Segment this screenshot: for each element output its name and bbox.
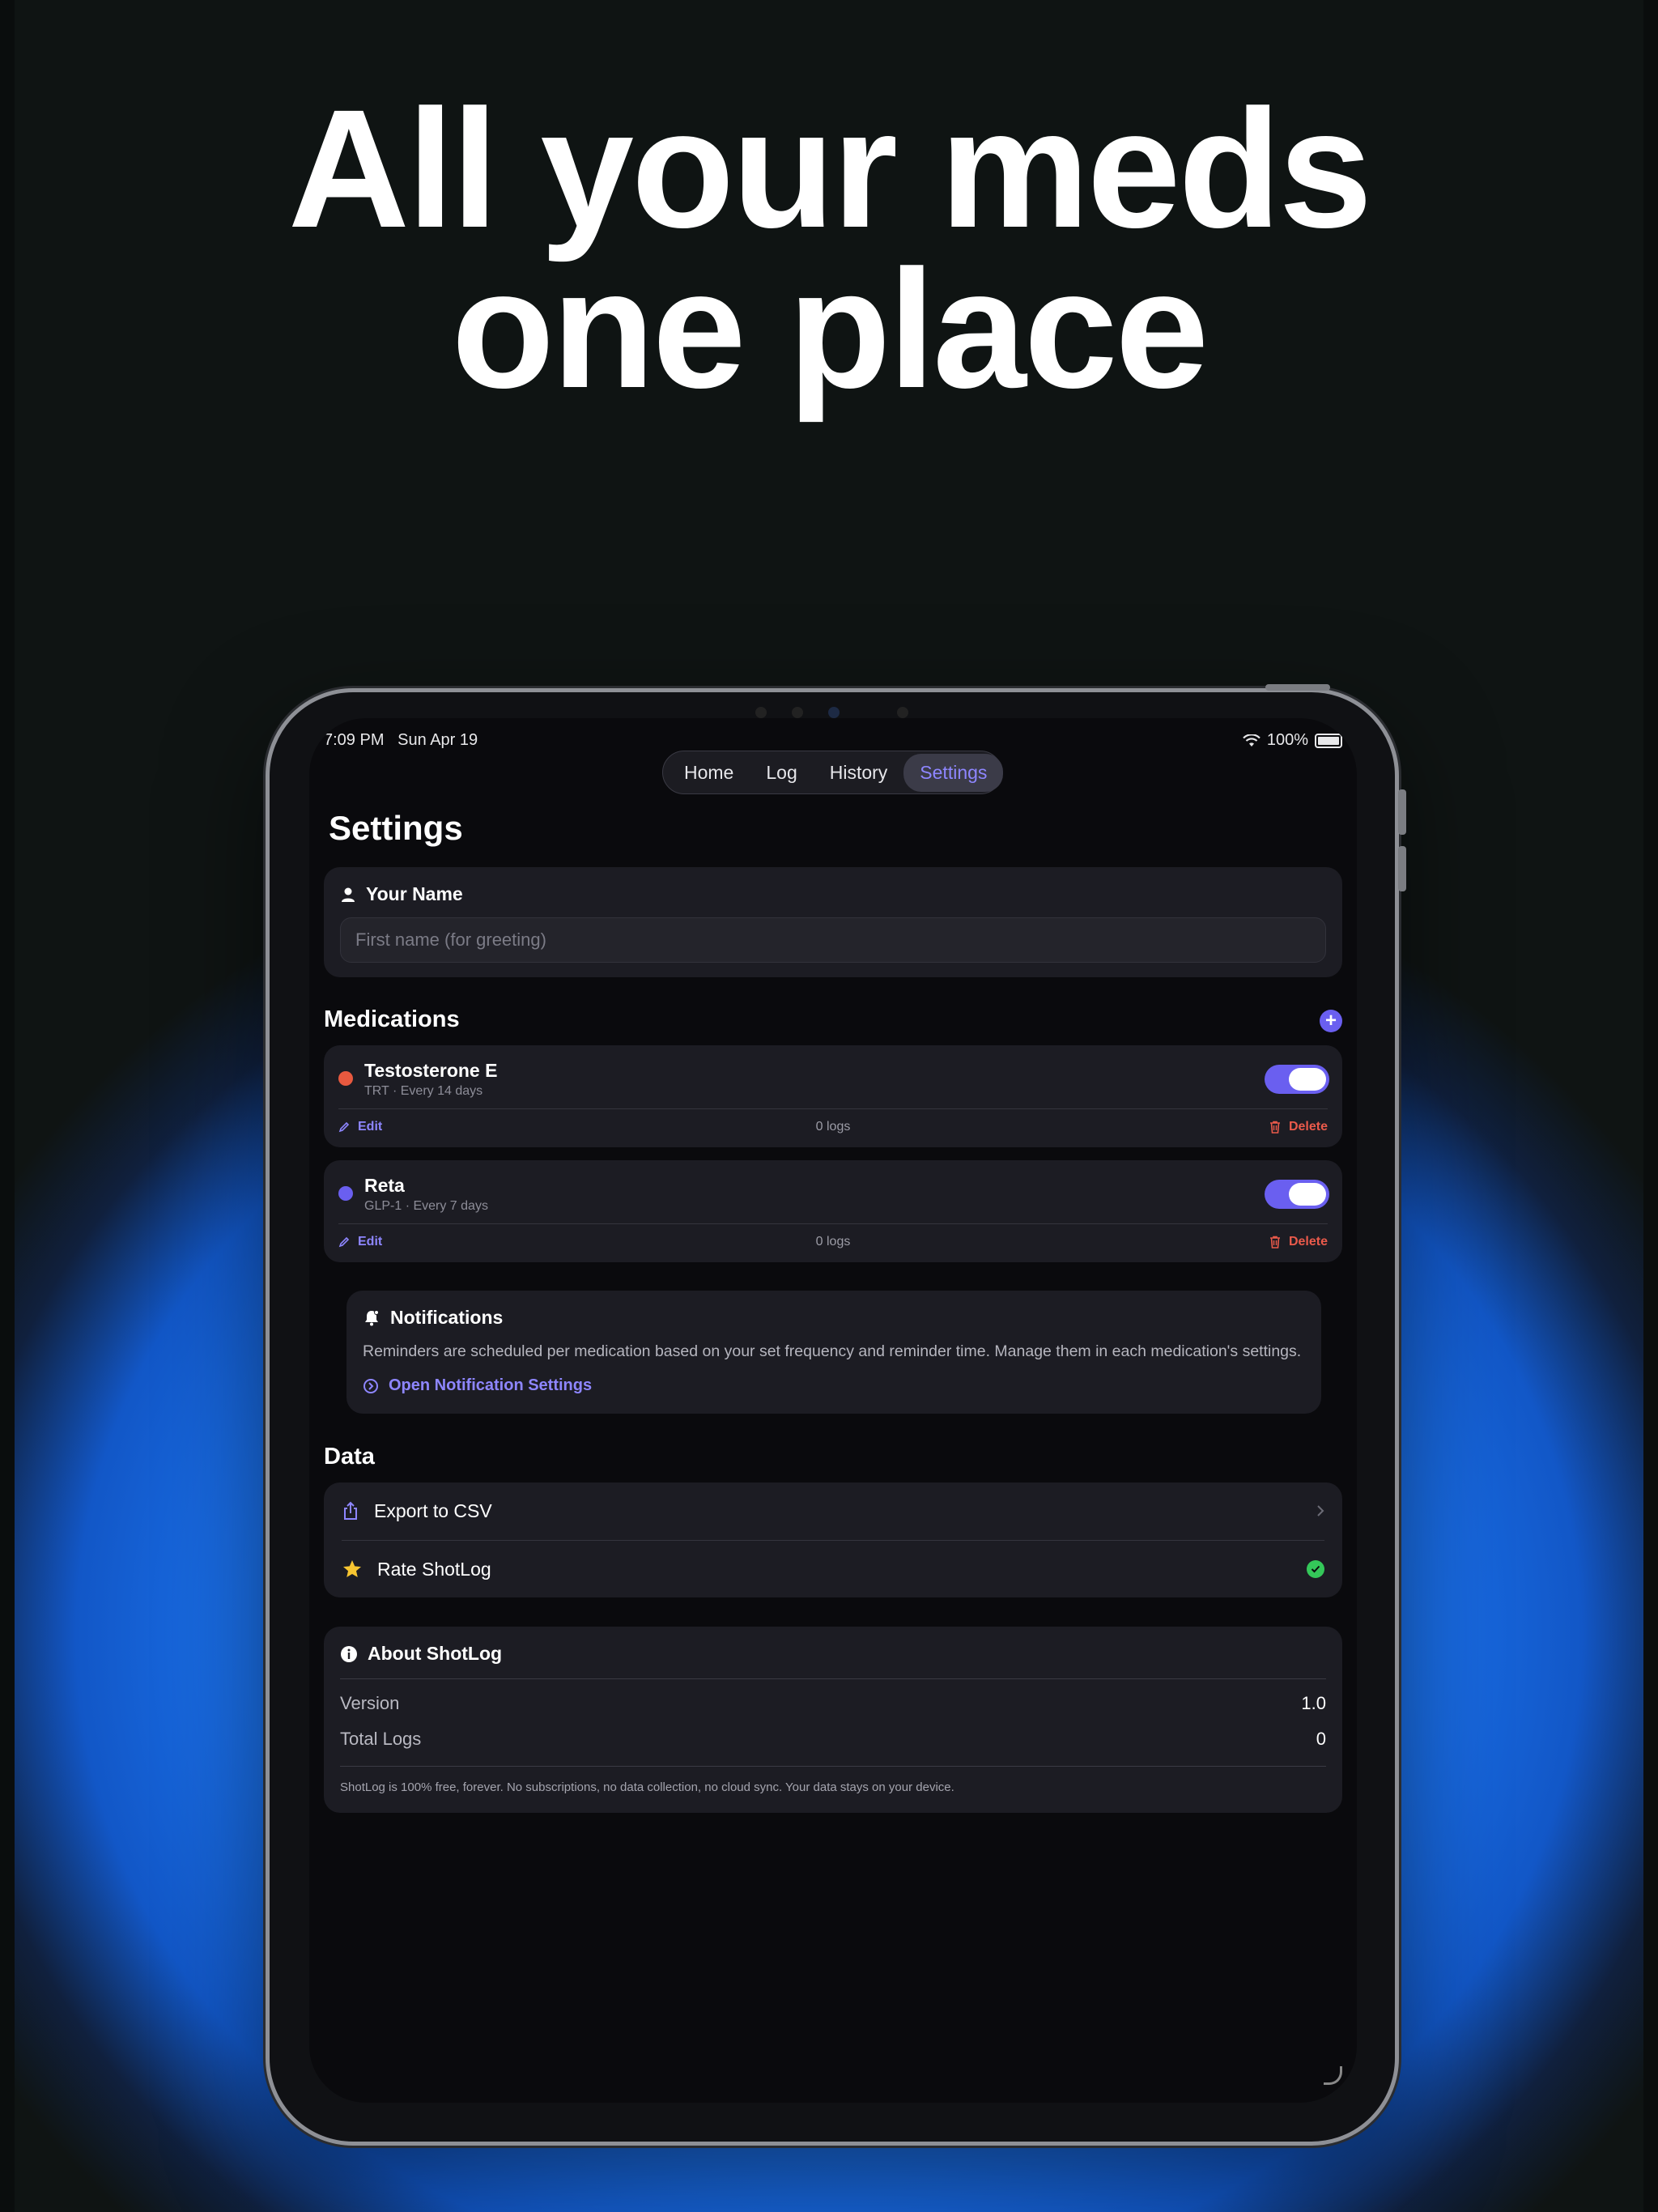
- delete-label: Delete: [1288, 1120, 1328, 1134]
- about-card: About ShotLog Version 1.0 Total Logs 0 S…: [324, 1627, 1342, 1813]
- volume-up-button: [1398, 789, 1406, 835]
- info-icon: [341, 1645, 357, 1662]
- rate-app-row[interactable]: Rate ShotLog: [324, 1541, 1342, 1597]
- battery-percent: 100%: [1266, 731, 1308, 749]
- open-notification-settings-link[interactable]: Open Notification Settings: [363, 1376, 592, 1395]
- bell-icon: [365, 1309, 379, 1325]
- notifications-description: Reminders are scheduled per medication b…: [363, 1342, 1302, 1360]
- sensor: [897, 707, 908, 718]
- battery-icon: [1315, 733, 1342, 748]
- status-date: Sun Apr 19: [397, 731, 478, 749]
- volume-down-button: [1398, 846, 1406, 891]
- headline: All your meds one place: [0, 75, 1658, 423]
- medication-color-dot: [338, 1071, 353, 1086]
- chevron-right-icon: [1317, 1505, 1324, 1516]
- medication-toggle[interactable]: [1265, 1065, 1329, 1094]
- total-logs-row: Total Logs 0: [340, 1729, 1326, 1750]
- export-csv-row[interactable]: Export to CSV: [324, 1482, 1342, 1539]
- delete-medication-button[interactable]: Delete: [1269, 1120, 1328, 1134]
- divider: [338, 1223, 1328, 1224]
- tab-history[interactable]: History: [814, 754, 904, 792]
- medication-card: Reta GLP-1 · Every 7 days Edit 0 logs De…: [324, 1160, 1342, 1262]
- version-value: 1.0: [1301, 1693, 1326, 1713]
- settings-arrow-icon: [363, 1378, 378, 1393]
- export-csv-label: Export to CSV: [374, 1499, 492, 1521]
- app-screen: 7:09 PM Sun Apr 19 100% Home Log History…: [309, 718, 1357, 2103]
- name-card: Your Name First name (for greeting): [324, 867, 1342, 977]
- version-label: Version: [340, 1693, 400, 1713]
- delete-label: Delete: [1288, 1235, 1328, 1249]
- status-time: 7:09 PM: [324, 731, 385, 749]
- checkmark-icon: [1307, 1560, 1324, 1578]
- sensor: [755, 707, 767, 718]
- add-medication-button[interactable]: +: [1320, 1010, 1342, 1032]
- camera: [828, 707, 840, 718]
- sensor: [792, 707, 803, 718]
- total-logs-label: Total Logs: [340, 1729, 422, 1749]
- divider: [340, 1678, 1326, 1679]
- wifi-icon: [1243, 734, 1261, 747]
- share-icon: [344, 1501, 357, 1520]
- tab-log[interactable]: Log: [750, 754, 813, 792]
- about-title: About ShotLog: [368, 1643, 503, 1664]
- tab-settings[interactable]: Settings: [903, 753, 1004, 792]
- rate-app-label: Rate ShotLog: [377, 1558, 491, 1580]
- medication-color-dot: [338, 1186, 353, 1201]
- trash-icon: [1269, 1236, 1280, 1249]
- medication-toggle[interactable]: [1265, 1180, 1329, 1209]
- headline-line-2: one place: [451, 236, 1209, 423]
- data-title: Data: [324, 1444, 375, 1470]
- medication-log-count: 0 logs: [815, 1235, 851, 1249]
- power-button: [1265, 684, 1330, 691]
- open-notification-settings-label: Open Notification Settings: [389, 1376, 593, 1394]
- divider: [340, 1766, 1326, 1767]
- resize-corner-indicator: [1324, 2066, 1342, 2085]
- notifications-card: Notifications Reminders are scheduled pe…: [346, 1291, 1321, 1414]
- divider: [338, 1108, 1328, 1109]
- person-icon: [342, 887, 355, 902]
- headline-line-1: All your meds: [287, 75, 1372, 263]
- star-icon: [343, 1560, 361, 1577]
- delete-medication-button[interactable]: Delete: [1269, 1235, 1328, 1249]
- toggle-knob: [1289, 1183, 1326, 1206]
- notifications-header: Notifications: [363, 1307, 503, 1329]
- medication-name: Reta: [364, 1175, 405, 1196]
- toggle-knob: [1289, 1068, 1326, 1091]
- status-right: 100%: [1243, 731, 1342, 750]
- about-footer: ShotLog is 100% free, forever. No subscr…: [340, 1780, 954, 1794]
- medication-subtitle: GLP-1 · Every 7 days: [364, 1199, 488, 1213]
- version-row: Version 1.0: [340, 1693, 1326, 1714]
- trash-icon: [1269, 1121, 1280, 1134]
- about-header: About ShotLog: [340, 1643, 502, 1665]
- medications-title: Medications: [324, 1006, 460, 1032]
- medication-log-count: 0 logs: [815, 1120, 851, 1134]
- name-card-title: Your Name: [366, 883, 463, 904]
- status-time-date: 7:09 PM Sun Apr 19: [324, 731, 478, 750]
- medication-name: Testosterone E: [364, 1060, 498, 1081]
- medication-subtitle: TRT · Every 14 days: [364, 1084, 483, 1098]
- name-card-header: Your Name: [340, 883, 463, 905]
- data-card: Export to CSV Rate ShotLog: [324, 1482, 1342, 1597]
- tab-bar: Home Log History Settings: [662, 751, 1004, 794]
- notifications-title: Notifications: [390, 1307, 504, 1328]
- name-input[interactable]: First name (for greeting): [340, 917, 1326, 963]
- tab-home[interactable]: Home: [668, 754, 750, 792]
- page-title: Settings: [329, 809, 463, 847]
- total-logs-value: 0: [1316, 1729, 1326, 1749]
- medication-card: Testosterone E TRT · Every 14 days Edit …: [324, 1045, 1342, 1147]
